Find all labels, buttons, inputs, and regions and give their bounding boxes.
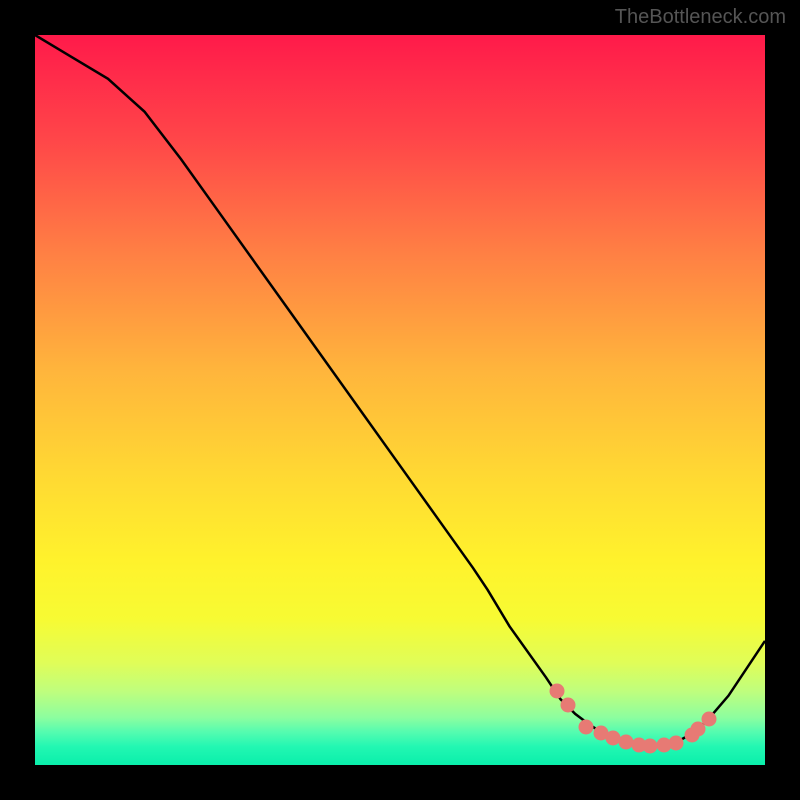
- data-marker: [701, 712, 716, 727]
- data-marker: [579, 720, 594, 735]
- data-marker: [560, 698, 575, 713]
- watermark-text: TheBottleneck.com: [615, 6, 786, 29]
- data-curve: [35, 35, 765, 765]
- plot-area: [35, 35, 765, 765]
- data-marker: [643, 739, 658, 754]
- data-marker: [668, 736, 683, 751]
- data-marker: [549, 683, 564, 698]
